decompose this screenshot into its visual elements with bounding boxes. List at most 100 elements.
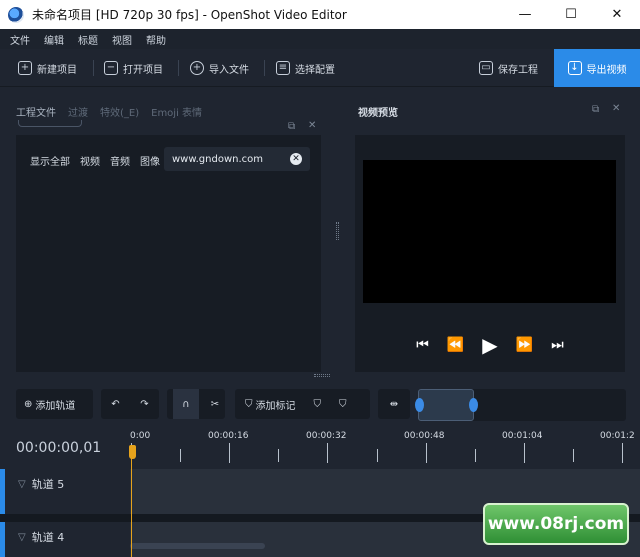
timeline-toolbar: ⊕ 添加轨道 ↶ ↷ ∩ ✂ ⛉ 添加标记 ⛉ ⛉ ⇹	[0, 387, 640, 423]
filter-image[interactable]: 图像	[140, 153, 160, 168]
tick-label: 00:01:04	[502, 431, 543, 441]
float-panel-icon[interactable]: ⧉	[288, 121, 295, 132]
menu-view[interactable]: 视图	[112, 32, 132, 47]
jump-start-icon[interactable]: ⏮	[416, 338, 429, 352]
site-watermark: www.08rj.com	[483, 503, 629, 545]
ruler-tick	[376, 449, 378, 462]
tick-label: 00:00:16	[208, 431, 249, 441]
tab-effects[interactable]: 特效(_E)	[100, 104, 139, 119]
export-icon: ↓	[567, 61, 582, 75]
timeline-scrollbar[interactable]	[130, 543, 265, 549]
save-icon: ▭	[479, 61, 493, 75]
timeline-zoom-scrubber[interactable]	[415, 389, 626, 421]
zoom-right-handle[interactable]	[469, 398, 478, 412]
choose-profile-button[interactable]: ≡ 选择配置	[276, 58, 335, 78]
undo-redo-group: ↶ ↷	[101, 389, 159, 419]
playhead-line	[131, 449, 132, 557]
ruler-tick	[523, 443, 525, 463]
razor-icon[interactable]: ✂	[211, 399, 219, 410]
ruler-tick	[278, 449, 280, 462]
ruler-tick	[180, 449, 182, 462]
next-marker-icon[interactable]: ⛉	[339, 399, 347, 410]
choose-profile-label: 选择配置	[295, 64, 335, 76]
export-video-label: 导出视频	[586, 64, 627, 76]
fast-forward-icon[interactable]: ⏩	[516, 338, 533, 352]
chevron-down-icon[interactable]: ▽	[18, 532, 26, 543]
transport-controls: ⏮ ⏪ ▶ ⏩ ⏭	[355, 333, 625, 357]
maximize-button[interactable]: ☐	[548, 0, 594, 29]
previous-marker-icon[interactable]: ⛉	[314, 399, 322, 410]
export-video-button[interactable]: ↓ 导出视频	[554, 49, 640, 87]
filter-audio[interactable]: 音频	[110, 153, 130, 168]
menu-title[interactable]: 标题	[78, 32, 98, 47]
new-project-button[interactable]: + 新建项目	[18, 58, 77, 78]
tab-project-files[interactable]: 工程文件	[16, 104, 56, 119]
timecode-display: 00:00:00,01	[16, 440, 102, 456]
add-marker-button[interactable]: 添加标记	[256, 397, 296, 412]
video-screen	[363, 160, 616, 303]
filter-video[interactable]: 视频	[80, 153, 100, 168]
track-name: 轨道 4	[31, 531, 65, 544]
plus-circle-icon: +	[190, 61, 204, 75]
ruler-tick	[327, 443, 329, 463]
play-icon[interactable]: ▶	[482, 335, 497, 355]
save-project-label: 保存工程	[498, 64, 538, 76]
import-files-button[interactable]: + 导入文件	[190, 58, 249, 78]
new-project-label: 新建项目	[37, 64, 77, 76]
import-files-label: 导入文件	[209, 64, 249, 76]
window-title: 未命名项目 [HD 720p 30 fps] - OpenShot Video …	[32, 8, 347, 22]
undo-icon[interactable]: ↶	[111, 399, 119, 410]
ruler-tick	[425, 443, 427, 463]
marker-icon: ⛉	[245, 398, 253, 410]
filter-show-all[interactable]: 显示全部	[30, 153, 70, 168]
menu-help[interactable]: 帮助	[146, 32, 166, 47]
track-header[interactable]: ▽ 轨道 5	[18, 476, 64, 492]
toolbar-divider	[93, 60, 94, 76]
main-toolbar: + 新建项目 − 打开项目 + 导入文件 ≡ 选择配置 ▭ 保存工程 ↓ 导出视…	[0, 49, 640, 87]
tab-indicator	[18, 120, 82, 127]
close-preview-icon[interactable]: ✕	[612, 103, 620, 114]
clear-search-icon[interactable]: ✕	[290, 153, 302, 165]
timeline-ruler: 00:00:00,01 0:00 00:00:16 00:00:32 00:00…	[0, 425, 640, 469]
tick-label: 0:00	[130, 431, 151, 441]
horizontal-splitter-handle[interactable]	[314, 374, 330, 377]
profile-list-icon: ≡	[276, 61, 290, 75]
zoom-window[interactable]	[418, 389, 474, 421]
toolbar-divider	[178, 60, 179, 76]
track-selection-edge	[0, 522, 5, 557]
openshot-logo-icon	[8, 6, 24, 23]
window-controls: — ☐ ✕	[502, 0, 640, 29]
snap-razor-group: ∩ ✂	[167, 389, 225, 419]
menu-edit[interactable]: 编辑	[44, 32, 64, 47]
menu-file[interactable]: 文件	[10, 32, 30, 47]
open-project-label: 打开项目	[123, 64, 163, 76]
close-panel-icon[interactable]: ✕	[308, 120, 316, 131]
ruler-tick	[572, 449, 574, 462]
track-name: 轨道 5	[31, 478, 65, 491]
snap-magnet-icon[interactable]: ∩	[172, 389, 199, 419]
save-project-button[interactable]: ▭ 保存工程	[479, 58, 538, 78]
open-project-button[interactable]: − 打开项目	[104, 58, 163, 78]
chevron-down-icon[interactable]: ▽	[18, 479, 26, 490]
tab-emoji[interactable]: Emoji 表情	[151, 104, 202, 119]
jump-end-icon[interactable]: ⏭	[551, 338, 564, 352]
add-track-button[interactable]: ⊕ 添加轨道	[16, 389, 93, 419]
file-filter-row: 显示全部 视频 音频 图像	[30, 153, 170, 168]
center-timeline-button[interactable]: ⇹	[378, 389, 410, 419]
redo-icon[interactable]: ↷	[140, 399, 148, 410]
title-bar: 未命名项目 [HD 720p 30 fps] - OpenShot Video …	[0, 0, 640, 29]
ruler-tick	[474, 449, 476, 462]
minimize-button[interactable]: —	[502, 0, 548, 29]
close-button[interactable]: ✕	[594, 0, 640, 29]
search-input-value: www.gndown.com	[172, 153, 264, 165]
marker-group: ⛉ 添加标记 ⛉ ⛉	[235, 389, 370, 419]
rewind-icon[interactable]: ⏪	[447, 338, 464, 352]
tab-transitions[interactable]: 过渡	[68, 104, 88, 119]
video-preview-panel: ⏮ ⏪ ▶ ⏩ ⏭	[355, 135, 625, 372]
vertical-splitter-handle[interactable]	[336, 222, 339, 240]
zoom-left-handle[interactable]	[415, 398, 424, 412]
ruler-tick	[229, 443, 231, 463]
search-input[interactable]: www.gndown.com ✕	[164, 147, 310, 171]
track-header[interactable]: ▽ 轨道 4	[18, 529, 64, 545]
float-preview-icon[interactable]: ⧉	[592, 104, 599, 115]
